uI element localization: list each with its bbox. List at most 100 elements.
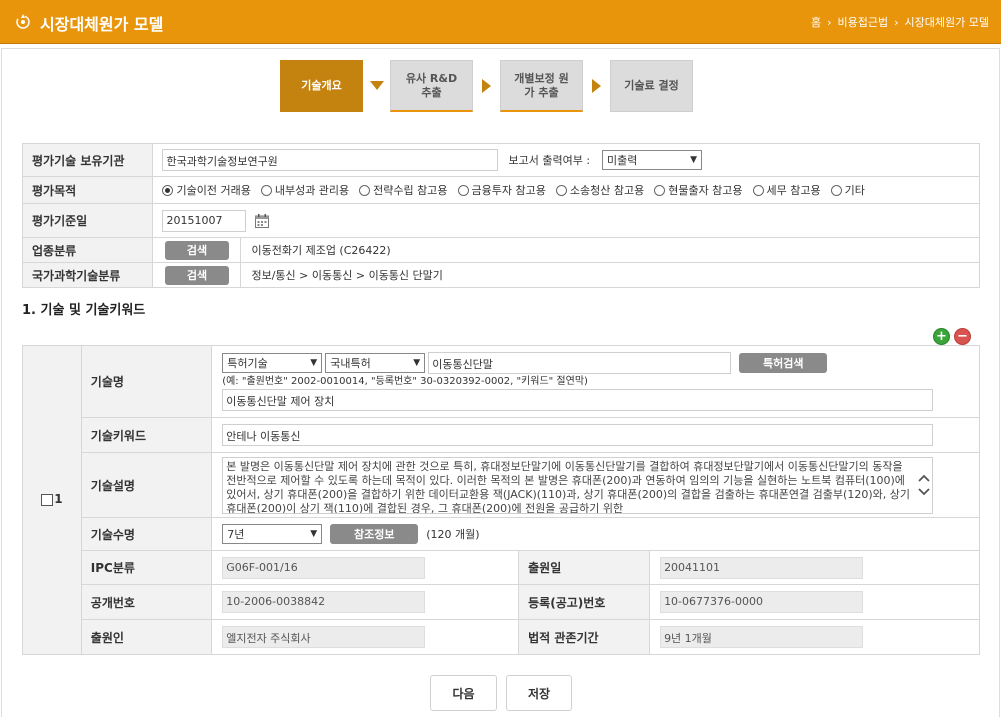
reg-input: 10-0677376-0000 xyxy=(660,591,864,613)
life-select[interactable]: 7년 ▼ xyxy=(222,524,323,544)
radio-dot[interactable] xyxy=(555,184,567,196)
logo-icon xyxy=(16,14,30,29)
pub-label: 공개번호 xyxy=(80,584,213,620)
patent-search-button[interactable]: 특허검색 xyxy=(739,353,828,373)
base-date-input[interactable]: 20151007 xyxy=(162,209,247,232)
radio-dot[interactable] xyxy=(830,184,842,196)
step-individual-cost[interactable]: 개별보정 원가 추출 xyxy=(500,60,583,112)
term-cell: 9년 1개월 xyxy=(649,619,980,655)
tech-type-value: 특허기술 xyxy=(227,357,268,370)
report-select[interactable]: 미출력 ▼ xyxy=(602,150,703,170)
add-row-icon[interactable]: + xyxy=(933,328,950,345)
purpose-radio-2[interactable]: 전략수립 참고용 xyxy=(359,182,448,198)
purpose-radio-label: 금융투자 참고용 xyxy=(471,184,546,197)
radio-dot[interactable] xyxy=(260,184,272,196)
row-controls: + − xyxy=(933,328,971,345)
radio-dot[interactable] xyxy=(752,184,764,196)
keyword-cell: 안테나 이동통신 xyxy=(211,417,980,453)
national-search-button[interactable]: 검색 xyxy=(164,265,229,285)
next-button[interactable]: 다음 xyxy=(430,675,497,711)
national-class-label: 국가과학기술분류 xyxy=(21,262,154,288)
patent-hint: (예: "출원번호" 2002-0010014, "등록번호" 30-03203… xyxy=(222,376,588,387)
purpose-radio-6[interactable]: 세무 참고용 xyxy=(752,182,821,198)
step-royalty[interactable]: 기술료 결정 xyxy=(610,60,693,112)
purpose-label: 평가목적 xyxy=(21,176,154,204)
breadcrumb-home[interactable]: 홈 xyxy=(811,14,821,30)
keyword-label: 기술키워드 xyxy=(80,417,213,453)
purpose-radio-label: 기술이전 거래용 xyxy=(176,184,251,197)
purpose-radio-7[interactable]: 기타 xyxy=(830,182,865,198)
life-value: 7년 xyxy=(227,528,245,541)
national-class-value: 정보/통신 > 이동통신 > 이동통신 단말기 xyxy=(251,269,443,282)
step-navigator: 기술개요 유사 R&D 추출 개별보정 원가 추출 기술료 결정 xyxy=(280,60,693,112)
purpose-radio-label: 기타 xyxy=(844,184,865,197)
calendar-icon[interactable] xyxy=(254,213,270,229)
industry-search-button[interactable]: 검색 xyxy=(164,240,229,260)
step-individual-cost-label: 개별보정 원가 추출 xyxy=(514,71,569,99)
step-tech-overview[interactable]: 기술개요 xyxy=(280,60,363,112)
desc-cell: 본 발명은 이동통신단말 제어 장치에 관한 것으로 특히, 휴대정보단말기에 … xyxy=(211,452,980,518)
purpose-radio-label: 전략수립 참고용 xyxy=(373,184,448,197)
radio-dot[interactable] xyxy=(457,184,469,196)
purpose-radio-label: 현물출자 참고용 xyxy=(668,184,743,197)
step-similar-rd[interactable]: 유사 R&D 추출 xyxy=(390,60,473,112)
owner-cell: 한국과학기술정보연구원 보고서 출력여부 : 미출력 ▼ xyxy=(152,143,980,177)
arrow-right-icon xyxy=(583,60,610,112)
section-title: 1. 기술 및 기술키워드 xyxy=(22,303,146,318)
base-date-cell: 20151007 xyxy=(152,203,980,238)
industry-cell: 검색 이동전화기 제조업 (C26422) xyxy=(152,237,980,263)
patent-scope-select[interactable]: 국내특허 ▼ xyxy=(325,353,426,373)
tech-table: 1 기술명 특허기술 ▼ 국내특허 ▼ 이동통신단말 특허검색 (예: "출원번… xyxy=(22,345,980,655)
keyword-input[interactable]: 안테나 이동통신 xyxy=(222,424,934,446)
scroll-down-icon[interactable] xyxy=(918,488,930,496)
tech-name-input[interactable]: 이동통신단말 제어 장치 xyxy=(222,389,934,411)
purpose-radio-4[interactable]: 소송청산 참고용 xyxy=(555,182,645,198)
row-select-cell: 1 xyxy=(22,345,82,655)
industry-label: 업종분류 xyxy=(21,237,154,263)
purpose-radio-3[interactable]: 금융투자 참고용 xyxy=(457,182,546,198)
tech-name-cell: 특허기술 ▼ 국내특허 ▼ 이동통신단말 특허검색 (예: "출원번호" 200… xyxy=(211,345,980,418)
tech-name-label: 기술명 xyxy=(80,345,213,418)
arrow-down-icon xyxy=(363,60,390,112)
top-bar: 시장대체원가 모델 홈 › 비용접근법 › 시장대체원가 모델 xyxy=(0,0,1001,44)
owner-label: 평가기술 보유기관 xyxy=(21,143,154,177)
purpose-radio-label: 소송청산 참고용 xyxy=(569,184,645,197)
pub-input: 10-2006-0038842 xyxy=(222,591,426,613)
applicant-label: 출원인 xyxy=(80,619,213,655)
base-date-label: 평가기준일 xyxy=(21,203,154,238)
owner-input[interactable]: 한국과학기술정보연구원 xyxy=(162,149,499,171)
term-label: 법적 관존기간 xyxy=(518,619,651,655)
row-checkbox[interactable] xyxy=(41,493,54,506)
chevron-down-icon: ▼ xyxy=(690,155,698,165)
chevron-down-icon: ▼ xyxy=(310,529,318,539)
pub-cell: 10-2006-0038842 xyxy=(211,584,520,620)
desc-textarea[interactable]: 본 발명은 이동통신단말 제어 장치에 관한 것으로 특히, 휴대정보단말기에 … xyxy=(222,456,934,514)
scroll-up-icon[interactable] xyxy=(918,474,930,482)
patent-scope-value: 국내특허 xyxy=(330,357,371,370)
radio-dot[interactable] xyxy=(359,184,371,196)
reference-info-button[interactable]: 참조정보 xyxy=(330,524,419,544)
radio-dot[interactable] xyxy=(162,184,174,196)
filing-date-input: 20041101 xyxy=(660,556,864,579)
tech-type-select[interactable]: 특허기술 ▼ xyxy=(222,353,323,373)
purpose-radio-1[interactable]: 내부성과 관리용 xyxy=(260,182,350,198)
purpose-radio-label: 내부성과 관리용 xyxy=(274,184,350,197)
report-label: 보고서 출력여부 : xyxy=(508,154,591,167)
life-months: (120 개월) xyxy=(426,528,480,541)
patent-query-input[interactable]: 이동통신단말 xyxy=(428,352,732,374)
radio-dot[interactable] xyxy=(654,184,666,196)
filing-date-cell: 20041101 xyxy=(649,550,980,585)
purpose-radio-0[interactable]: 기술이전 거래용 xyxy=(162,182,251,198)
remove-row-icon[interactable]: − xyxy=(954,328,971,345)
purpose-radio-5[interactable]: 현물출자 참고용 xyxy=(654,182,743,198)
scrollbar[interactable] xyxy=(915,457,933,513)
purpose-radio-label: 세무 참고용 xyxy=(766,184,821,197)
ipc-cell: G06F-001/16 xyxy=(211,550,520,585)
life-cell: 7년 ▼ 참조정보 (120 개월) xyxy=(211,517,980,551)
applicant-input: 엘지전자 주식회사 xyxy=(222,626,426,648)
industry-value: 이동전화기 제조업 (C26422) xyxy=(251,244,391,257)
save-button[interactable]: 저장 xyxy=(506,675,572,711)
breadcrumb-cost-approach[interactable]: 비용접근법 xyxy=(838,14,889,30)
reg-label: 등록(공고)번호 xyxy=(518,584,651,620)
report-select-value: 미출력 xyxy=(607,154,638,167)
